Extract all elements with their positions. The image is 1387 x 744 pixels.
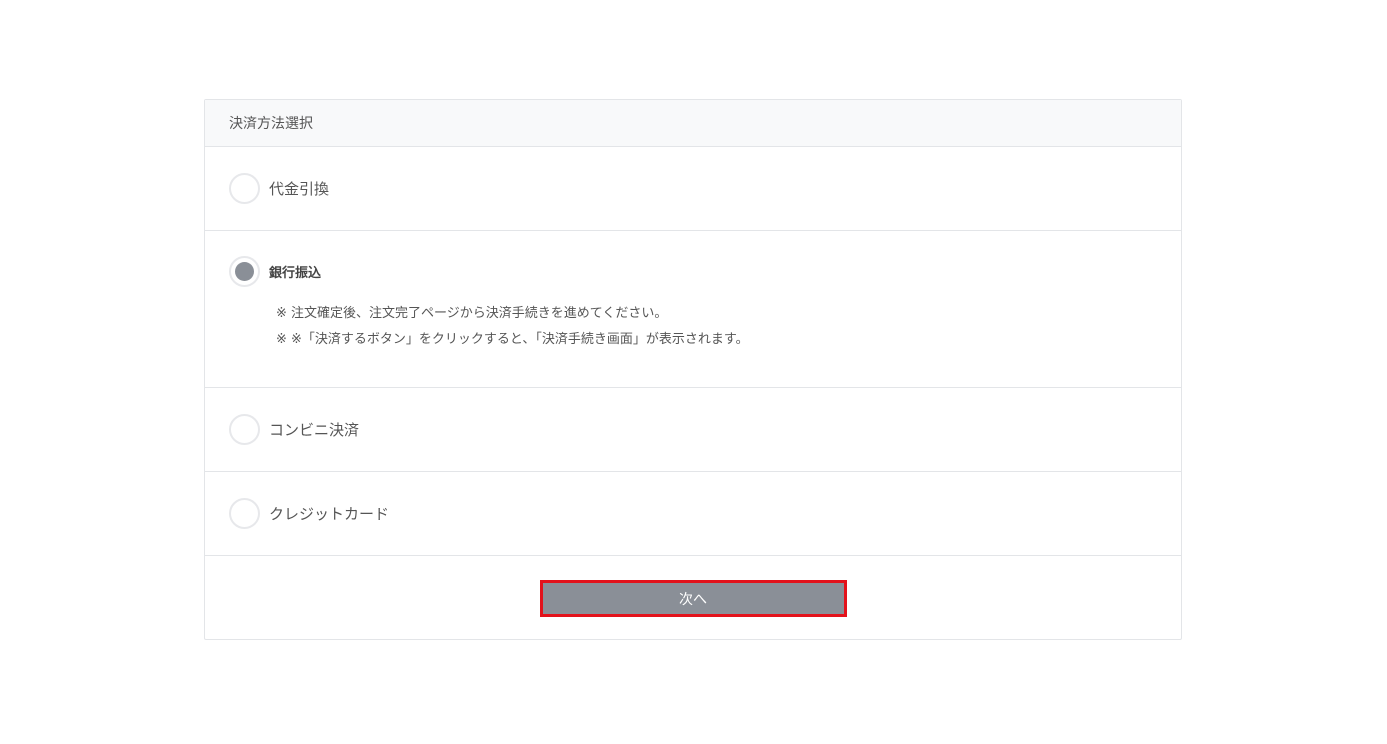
payment-option-credit-card[interactable]: クレジットカード bbox=[205, 472, 1181, 556]
panel-footer: 次へ bbox=[205, 556, 1181, 639]
panel-title: 決済方法選択 bbox=[229, 116, 313, 132]
payment-option-bank-transfer[interactable]: 銀行振込 ※ 注文確定後、注文完了ページから決済手続きを進めてください。 ※ ※… bbox=[205, 231, 1181, 388]
note-text: ※ 注文確定後、注文完了ページから決済手続きを進めてください。 bbox=[276, 306, 668, 321]
bank-transfer-notes: ※ 注文確定後、注文完了ページから決済手続きを進めてください。 ※ ※「決済する… bbox=[229, 301, 1157, 387]
payment-option-row[interactable]: 銀行振込 bbox=[229, 231, 1157, 311]
radio-selected-dot bbox=[235, 261, 254, 281]
note-text: ※ ※「決済するボタン」をクリックすると、「決済手続き画面」が表示されます。 bbox=[276, 332, 749, 347]
radio-button[interactable] bbox=[229, 173, 260, 204]
panel-header: 決済方法選択 bbox=[205, 100, 1181, 147]
payment-option-row[interactable]: コンビニ決済 bbox=[229, 388, 1157, 471]
payment-option-label: クレジットカード bbox=[269, 505, 390, 523]
payment-option-label: 代金引換 bbox=[269, 180, 330, 198]
radio-button[interactable] bbox=[229, 498, 260, 529]
payment-option-label: コンビニ決済 bbox=[269, 421, 360, 439]
payment-option-convenience-store[interactable]: コンビニ決済 bbox=[205, 388, 1181, 472]
payment-option-row[interactable]: クレジットカード bbox=[229, 472, 1157, 555]
radio-button[interactable] bbox=[229, 255, 260, 287]
payment-option-label: 銀行振込 bbox=[269, 265, 322, 281]
payment-method-panel: 決済方法選択 代金引換 銀行振込 ※ 注文確定後、注文完了ページから決済手続きを… bbox=[204, 99, 1182, 640]
payment-option-cod[interactable]: 代金引換 bbox=[205, 147, 1181, 231]
next-button[interactable]: 次へ bbox=[539, 580, 847, 617]
payment-option-row[interactable]: 代金引換 bbox=[229, 147, 1157, 230]
radio-button[interactable] bbox=[229, 414, 260, 445]
